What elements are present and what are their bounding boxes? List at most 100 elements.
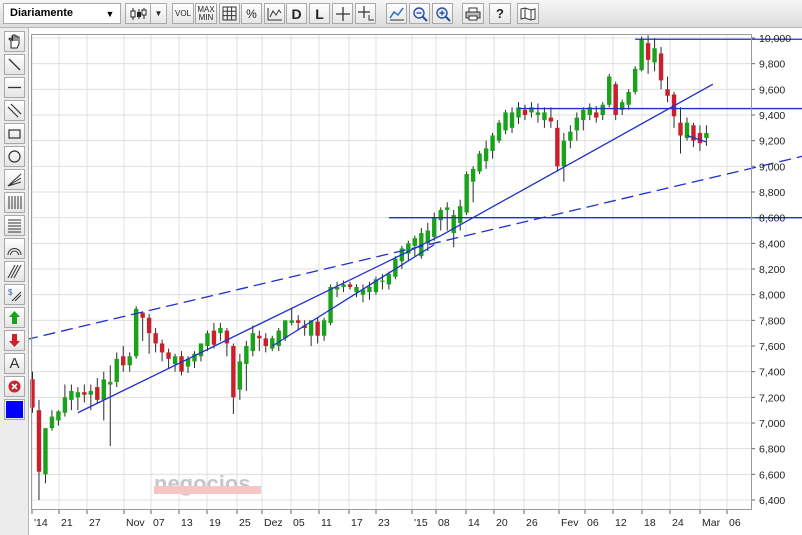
help-button[interactable]: ? (489, 3, 511, 24)
candle-body (95, 387, 100, 400)
volume-button[interactable]: VOL (172, 3, 194, 24)
candle-body (289, 320, 294, 323)
watermark-bar (154, 486, 261, 494)
channel-tool-button[interactable] (4, 100, 25, 121)
candle-body (704, 132, 709, 139)
zoom-out-button[interactable] (409, 3, 430, 24)
y-axis: 10,000 9,800 9,600 9,400 9,200 9,000 8,800 8,60… (751, 33, 791, 507)
candle-body (386, 274, 392, 285)
x-tick-label: 27 (89, 517, 101, 529)
rectangle-tool-button[interactable] (4, 123, 25, 144)
percent-button[interactable]: % (241, 3, 262, 24)
price-channel-tool-button[interactable]: $ (4, 284, 25, 305)
y-tick-label: 7,400 (759, 367, 785, 379)
candle-body (121, 356, 126, 366)
y-tick-label: 7,800 (759, 315, 785, 327)
arc-tool-button[interactable] (4, 238, 25, 259)
text-tool-button[interactable]: A (4, 353, 25, 374)
x-tick-label: 23 (378, 517, 390, 529)
chart-type-button[interactable] (125, 3, 151, 24)
x-tick-label: '15 (414, 517, 428, 529)
x-tick-label: 11 (321, 517, 332, 529)
circle-tool-button[interactable] (4, 146, 25, 167)
candle-body (412, 238, 418, 246)
candle-body (127, 356, 132, 366)
candle-body (244, 346, 249, 364)
indicator-icon (267, 7, 282, 20)
candle-body (445, 207, 450, 210)
candle-body (367, 286, 372, 293)
color-picker-button[interactable] (4, 399, 25, 420)
candle-body (581, 109, 586, 121)
drawn-lines (29, 38, 802, 414)
map-button[interactable] (517, 3, 539, 24)
d-label: D (291, 5, 302, 22)
zoom-out-icon (412, 6, 428, 22)
candle-body (665, 89, 670, 96)
candle-body (218, 328, 223, 334)
y-tick-label: 9,200 (759, 136, 785, 148)
maxmin-label: MAX MIN (197, 4, 215, 22)
l-button[interactable]: L (309, 3, 330, 24)
candle-body (354, 286, 359, 293)
y-tick-label: 9,800 (759, 59, 785, 71)
candle-body (568, 131, 573, 141)
candle-body (101, 379, 106, 400)
delete-drawings-button[interactable] (4, 376, 25, 397)
x-tick-label: 06 (587, 517, 599, 529)
chart-type-dropdown[interactable]: ▼ (151, 3, 167, 24)
candle-body (88, 390, 94, 395)
d-button[interactable]: D (286, 3, 307, 24)
candle-body (542, 112, 547, 121)
y-tick-label: 6,800 (759, 444, 785, 456)
hand-tool-button[interactable] (4, 31, 25, 52)
x-tick-label: 17 (351, 517, 363, 529)
trend-line-tool-button[interactable] (4, 54, 25, 75)
vertical-cycles-tool-button[interactable] (4, 192, 25, 213)
arrow-up-icon (9, 311, 20, 324)
gann-tool-button[interactable] (4, 261, 25, 282)
candle-body (658, 53, 664, 81)
y-tick-label: 7,000 (759, 418, 785, 430)
sell-arrow-tool-button[interactable] (4, 330, 25, 351)
candle-body (613, 84, 618, 115)
x-tick-label: 26 (526, 517, 538, 529)
maxmin-button[interactable]: MAX MIN (195, 3, 217, 24)
y-tick-label: 8,800 (759, 187, 785, 199)
candle-body (133, 308, 139, 357)
fan-tool-button[interactable] (4, 169, 25, 190)
zoom-chart-icon (388, 7, 404, 21)
crosshair-label-icon (357, 6, 374, 21)
trend-line[interactable] (77, 235, 442, 414)
x-tick-label: 05 (293, 517, 305, 529)
candle-body (295, 320, 301, 323)
horizontal-line-tool-button[interactable] (4, 77, 25, 98)
circle-icon (8, 150, 21, 163)
candle-body (496, 122, 502, 141)
printer-icon (465, 7, 481, 20)
buy-arrow-tool-button[interactable] (4, 307, 25, 328)
color-swatch (6, 401, 23, 418)
print-button[interactable] (462, 3, 484, 24)
fan-lines-icon (7, 173, 22, 187)
fibonacci-tool-button[interactable] (4, 215, 25, 236)
indicator-button[interactable] (264, 3, 285, 24)
price-chart[interactable]: negocios 10,0009,8009,6009,4009,2009,000… (29, 28, 802, 535)
crosshair-label-button[interactable] (355, 3, 376, 24)
grid-button[interactable] (219, 3, 240, 24)
period-select[interactable]: Diariamente ▼ (3, 3, 121, 24)
parallel-lines-icon (7, 103, 22, 118)
candle-body (315, 321, 320, 336)
zoom-fit-button[interactable] (386, 3, 407, 24)
zoom-in-button[interactable] (432, 3, 453, 24)
crosshair-button[interactable] (332, 3, 353, 24)
trend-line[interactable] (271, 244, 435, 347)
candle-body (535, 112, 541, 115)
candle-body (477, 153, 482, 172)
arrow-down-icon (9, 334, 20, 347)
candle-body (231, 346, 236, 398)
candles (30, 35, 709, 500)
y-tick-label: 9,400 (759, 110, 785, 122)
chevron-down-icon: ▼ (154, 9, 163, 18)
grid-icon (222, 6, 237, 21)
